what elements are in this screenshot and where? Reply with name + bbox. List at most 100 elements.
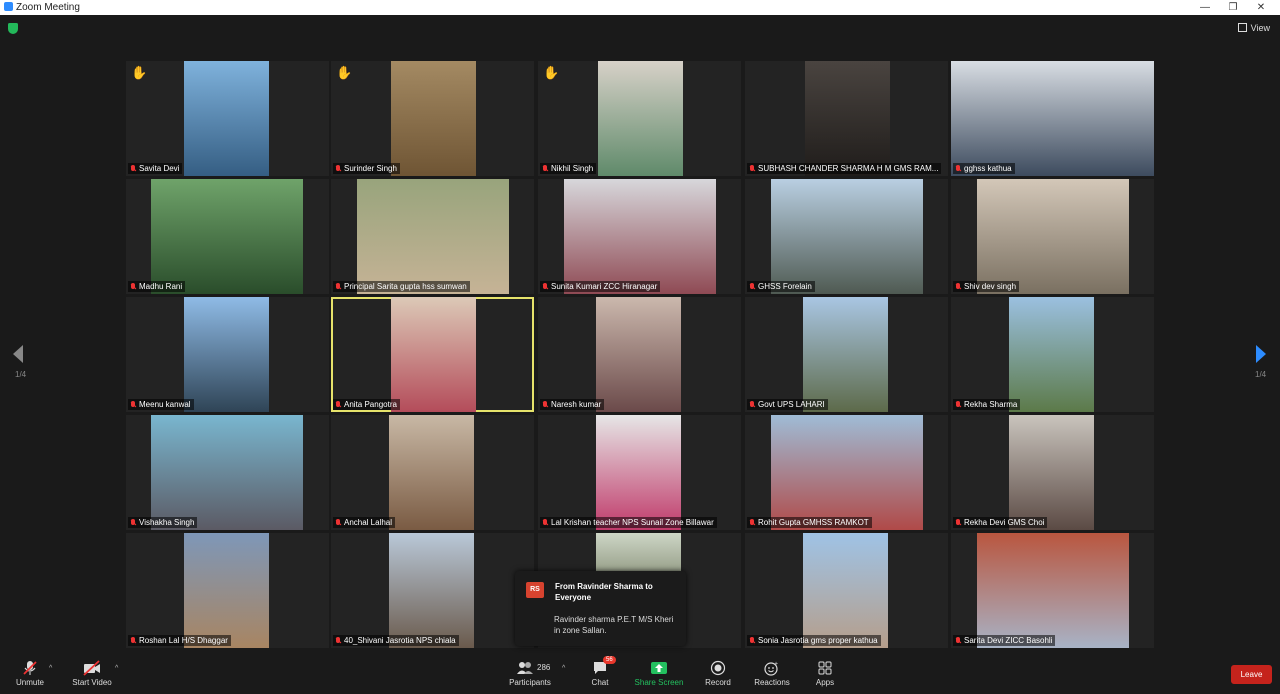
audio-options-caret-icon[interactable]: ^ xyxy=(49,665,52,672)
participant-video-tile[interactable]: ✋ Nikhil Singh xyxy=(538,61,741,176)
participant-video-tile[interactable]: Roshan Lal H/S Dhaggar xyxy=(126,533,329,648)
apps-button[interactable]: Apps xyxy=(810,660,840,687)
participant-video-tile[interactable]: Naresh kumar xyxy=(538,297,741,412)
participant-name-label: Anita Pangotra xyxy=(333,399,400,410)
participant-name: Anita Pangotra xyxy=(344,400,397,409)
participant-name: Vishakha Singh xyxy=(139,518,195,527)
chat-button[interactable]: 56 Chat xyxy=(584,656,616,687)
reactions-button[interactable]: + Reactions xyxy=(752,660,792,687)
video-options-caret-icon[interactable]: ^ xyxy=(115,665,118,672)
participant-video-tile[interactable]: Govt UPS LAHARI xyxy=(745,297,948,412)
participant-name: Sarita Devi ZICC Basohli xyxy=(964,636,1053,645)
participant-name-label: Madhu Rani xyxy=(128,281,186,292)
share-screen-button[interactable]: Share Screen xyxy=(634,660,684,687)
participant-video-tile[interactable]: ✋ Surinder Singh xyxy=(331,61,534,176)
participant-name: gghss kathua xyxy=(964,164,1012,173)
participant-video-tile[interactable]: Shiv dev singh xyxy=(951,179,1154,294)
participant-name-label: Meenu kanwal xyxy=(128,399,194,410)
participant-video-feed xyxy=(771,415,923,530)
previous-page-arrow-icon[interactable] xyxy=(12,344,24,364)
participant-video-tile[interactable]: Principal Sarita gupta hss sumwan xyxy=(331,179,534,294)
participant-name: SUBHASH CHANDER SHARMA H M GMS RAM... xyxy=(758,164,939,173)
participant-video-tile[interactable]: ✋ Savita Devi xyxy=(126,61,329,176)
participant-name-label: 40_Shivani Jasrotia NPS chiala xyxy=(333,635,459,646)
maximize-button[interactable]: ❐ xyxy=(1218,0,1248,15)
mic-muted-icon xyxy=(23,661,37,675)
record-icon xyxy=(710,660,726,676)
participant-video-feed xyxy=(805,61,890,176)
participant-video-feed xyxy=(184,61,269,176)
participant-video-tile[interactable]: Meenu kanwal xyxy=(126,297,329,412)
participant-video-tile[interactable]: Anita Pangotra xyxy=(331,297,534,412)
security-shield-icon[interactable] xyxy=(8,23,18,34)
participants-button[interactable]: 286 Participants xyxy=(506,660,554,687)
participant-video-feed xyxy=(564,179,716,294)
mic-muted-icon xyxy=(335,519,341,526)
participants-label: Participants xyxy=(509,678,551,687)
participant-video-tile[interactable]: Sunita Kumari ZCC Hiranagar xyxy=(538,179,741,294)
participant-video-tile[interactable]: Lal Krishan teacher NPS Sunail Zone Bill… xyxy=(538,415,741,530)
participant-name: Nikhil Singh xyxy=(551,164,594,173)
participant-video-feed xyxy=(151,415,303,530)
reactions-label: Reactions xyxy=(754,678,790,687)
participant-video-feed xyxy=(596,533,681,571)
participant-video-tile[interactable]: GHSS Forelain xyxy=(745,179,948,294)
participant-name-label: Sarita Devi ZICC Basohli xyxy=(953,635,1056,646)
participant-video-tile[interactable]: Anchal Lalhal xyxy=(331,415,534,530)
close-window-button[interactable]: ✕ xyxy=(1246,0,1276,15)
video-off-icon xyxy=(83,660,100,676)
participant-video-tile[interactable]: Rekha Sharma xyxy=(951,297,1154,412)
participant-video-tile[interactable]: Madhu Rani xyxy=(126,179,329,294)
participant-name: Principal Sarita gupta hss sumwan xyxy=(344,282,467,291)
participant-video-tile[interactable]: 40_Shivani Jasrotia NPS chiala xyxy=(331,533,534,648)
mic-muted-icon xyxy=(335,401,341,408)
raised-hand-icon: ✋ xyxy=(336,65,353,80)
mic-muted-icon xyxy=(955,519,961,526)
mic-muted-icon xyxy=(749,283,755,290)
mic-muted-icon xyxy=(749,165,755,172)
record-label: Record xyxy=(705,678,731,687)
participant-name: Rohit Gupta GMHSS RAMKOT xyxy=(758,518,869,527)
participants-icon xyxy=(517,662,533,674)
unmute-button[interactable]: Unmute xyxy=(12,660,48,687)
next-page-arrow-icon[interactable] xyxy=(1255,344,1267,364)
participant-name: Sunita Kumari ZCC Hiranagar xyxy=(551,282,658,291)
mic-muted-icon xyxy=(955,637,961,644)
participant-name: Naresh kumar xyxy=(551,400,602,409)
chat-notification-popup[interactable]: RS From Ravinder Sharma to Everyone Ravi… xyxy=(515,571,686,646)
apps-icon xyxy=(818,661,832,675)
page-indicator-right: 1/4 xyxy=(1255,370,1267,379)
view-button[interactable]: View xyxy=(1237,23,1270,33)
chat-from-label: From Ravinder Sharma to Everyone xyxy=(555,582,653,602)
raised-hand-icon: ✋ xyxy=(543,65,560,80)
participant-video-tile[interactable]: Rekha Devi GMS Choi xyxy=(951,415,1154,530)
participants-caret-icon[interactable]: ^ xyxy=(562,665,565,672)
participant-video-feed xyxy=(951,61,1154,176)
participant-name-label: Vishakha Singh xyxy=(128,517,198,528)
participant-video-tile[interactable]: SUBHASH CHANDER SHARMA H M GMS RAM... xyxy=(745,61,948,176)
participant-video-feed xyxy=(184,533,269,648)
mic-muted-icon xyxy=(749,637,755,644)
mic-muted-icon xyxy=(130,637,136,644)
participant-name-label: Govt UPS LAHARI xyxy=(747,399,828,410)
record-button[interactable]: Record xyxy=(700,660,736,687)
participant-video-feed xyxy=(391,297,476,412)
minimize-button[interactable]: — xyxy=(1190,0,1220,15)
participant-video-tile[interactable]: Sarita Devi ZICC Basohli xyxy=(951,533,1154,648)
participant-video-feed xyxy=(151,179,303,294)
participant-name-label: Lal Krishan teacher NPS Sunail Zone Bill… xyxy=(540,517,717,528)
participant-video-tile[interactable]: Vishakha Singh xyxy=(126,415,329,530)
mic-muted-icon xyxy=(335,283,341,290)
leave-meeting-button[interactable]: Leave xyxy=(1231,665,1272,684)
share-screen-label: Share Screen xyxy=(634,678,684,687)
participant-video-tile[interactable]: gghss kathua xyxy=(951,61,1154,176)
start-video-button[interactable]: Start Video xyxy=(68,660,116,687)
participants-count: 286 xyxy=(537,663,551,672)
zoom-logo-icon xyxy=(4,2,13,11)
participant-name: GHSS Forelain xyxy=(758,282,812,291)
mic-muted-icon xyxy=(749,401,755,408)
participant-video-tile[interactable]: Rohit Gupta GMHSS RAMKOT xyxy=(745,415,948,530)
unmute-label: Unmute xyxy=(15,678,44,687)
participant-video-tile[interactable]: Sonia Jasrotia gms proper kathua xyxy=(745,533,948,648)
participant-name-label: Surinder Singh xyxy=(333,163,400,174)
